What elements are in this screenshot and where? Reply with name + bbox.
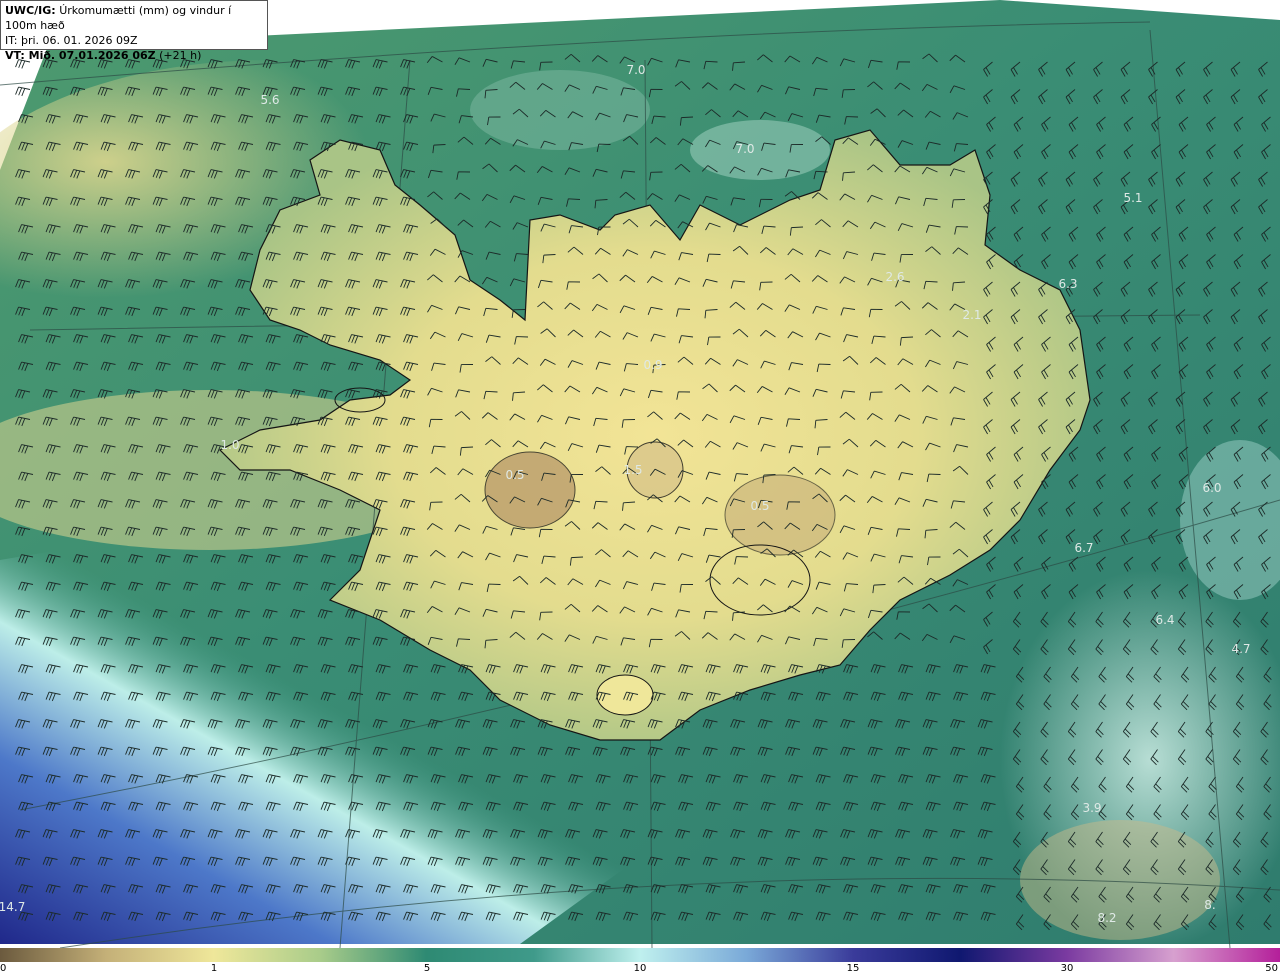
colorbar-tick-label: 0: [0, 963, 7, 974]
map-value-label: 0.9: [643, 358, 662, 372]
colorbar-tick-label: 5: [423, 963, 431, 974]
colorbar-tick-label: 10: [633, 963, 647, 974]
forecast-offset: (+21 h): [159, 49, 202, 62]
map-value-label: 7.0: [626, 63, 645, 77]
colorbar-tick-label: 1: [210, 963, 218, 974]
precipitation-colorbar: [0, 948, 1280, 962]
map-value-label: 8.: [1204, 898, 1215, 912]
map-value-label: 4.7: [1231, 642, 1250, 656]
valid-time: VT: Mið. 07.01.2026 06Z: [5, 49, 156, 62]
precipitation-wind-map: 7.0 5.6 7.0 5.1 2.6 6.3 2.1 0.9 1.0 1.5 0.5 6.0 0.5 6…: [0, 0, 1280, 948]
map-value-label: 5.1: [1123, 191, 1142, 205]
map-value-label: 5.6: [260, 93, 279, 107]
colorbar-tick-label: 15: [846, 963, 860, 974]
map-value-label: 6.3: [1058, 277, 1077, 291]
map-value-label: 2.1: [962, 308, 981, 322]
issue-time: IT: þri. 06. 01. 2026 09Z: [5, 34, 138, 47]
map-value-label: 1.0: [220, 438, 239, 452]
map-value-label: 7.0: [735, 142, 754, 156]
map-info-box: UWC/IG: Úrkomumætti (mm) og vindur í 100…: [0, 0, 268, 62]
map-value-label: 14.7: [0, 900, 25, 914]
map-value-label: 0.5: [505, 468, 524, 482]
map-value-label: 3.9: [1082, 801, 1101, 815]
map-value-label: 6.4: [1155, 613, 1174, 627]
map-value-label: 6.7: [1074, 541, 1093, 555]
map-value-label: 1.5: [623, 463, 642, 477]
map-value-label: 2.6: [885, 270, 904, 284]
colorbar-tick-label: 30: [1060, 963, 1074, 974]
map-value-label: 8.2: [1097, 911, 1116, 925]
map-value-label: 6.0: [1202, 481, 1221, 495]
map-value-label: 0.5: [750, 499, 769, 513]
model-label: UWC/IG:: [5, 4, 56, 17]
colorbar-tick-label: 50: [1265, 963, 1278, 974]
